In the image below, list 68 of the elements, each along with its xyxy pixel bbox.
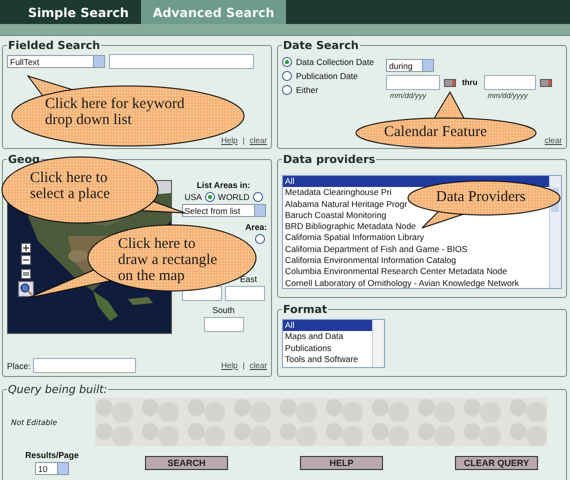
results-dropdown[interactable]: 10 (35, 462, 69, 475)
list-item[interactable]: All (283, 320, 372, 332)
list-item[interactable]: Publications (283, 342, 332, 354)
field-dropdown[interactable]: FullText (7, 55, 105, 68)
calendar-icon[interactable] (444, 78, 456, 86)
separator: | (242, 136, 245, 145)
place-input[interactable] (32, 358, 136, 373)
list-item[interactable]: BRD Bibliographic Metadata Node (283, 221, 416, 232)
query-button[interactable]: HELP (300, 456, 383, 470)
callout-text: Click here to select a place (30, 170, 111, 202)
area-label: Area: (245, 222, 267, 232)
zoom-in-icon[interactable] (21, 243, 31, 253)
calendar-icon[interactable] (540, 78, 552, 86)
radio-button[interactable] (282, 85, 292, 95)
zoom-out-icon[interactable] (21, 255, 31, 265)
operator-dropdown[interactable]: during (386, 59, 434, 72)
panel-title: Date Search (282, 39, 360, 52)
east-input[interactable] (225, 286, 265, 301)
panel-title: Fielded Search (7, 39, 102, 52)
radio-button[interactable] (282, 57, 292, 67)
list-item[interactable]: Maps and Data (283, 331, 344, 343)
link[interactable]: clear (544, 136, 562, 145)
radio-button[interactable] (282, 71, 292, 81)
callout-text: Calendar Feature (384, 124, 488, 140)
list-item[interactable]: Alabama Natural Heritage Progr (283, 198, 408, 210)
list-item[interactable]: California Spatial Information Library (283, 232, 424, 244)
list-item[interactable]: California Department of Fish and Game - BIOS (283, 244, 468, 256)
callout-text: Click here for keyword drop down list (45, 96, 186, 128)
search-input[interactable] (109, 54, 254, 69)
radio-label: WORLD (218, 192, 250, 202)
link[interactable]: clear (250, 136, 267, 145)
query-button[interactable]: SEARCH (145, 456, 228, 470)
link[interactable]: Help (221, 361, 238, 370)
panel-title: Format (282, 303, 328, 316)
date-input[interactable] (386, 75, 440, 90)
link[interactable]: Help (221, 136, 238, 145)
radio-label: Either (296, 85, 318, 95)
magnifier-icon[interactable] (18, 281, 34, 297)
panel-title: Query being built: (7, 383, 108, 396)
list-item[interactable]: California Environmental Information Catalog (283, 255, 456, 266)
area-dropdown[interactable]: Select from list (182, 204, 266, 217)
scrollbar[interactable] (372, 320, 384, 367)
radio-button[interactable] (255, 234, 265, 244)
zoom-level-icon[interactable] (21, 269, 31, 279)
radio-label: Publication Date (296, 71, 358, 81)
separator: | (242, 361, 245, 370)
radio-button[interactable] (204, 192, 215, 202)
link[interactable]: clear (250, 361, 267, 370)
list-item[interactable]: Columbia Environmental Research Center Metadata Node (283, 266, 508, 278)
list-item[interactable]: Cornell Laboratory of Ornithology - Avian Knowledge Network (283, 278, 519, 288)
callout-text: Data Providers (436, 189, 527, 205)
results-per-page-label: Results/Page (25, 450, 79, 460)
thru-label: thru (462, 78, 478, 87)
south-label: South (212, 305, 235, 315)
place-label: Place: (7, 360, 31, 370)
query-button[interactable]: CLEAR QUERY (455, 456, 538, 470)
radio-label: Data Collection Date (296, 57, 374, 67)
panel-title: Data providers (282, 153, 376, 166)
callout-text: Click here to draw a rectangle on the map (118, 236, 218, 284)
south-input[interactable] (204, 317, 244, 332)
date-input[interactable] (484, 75, 536, 90)
radio-label: USA (184, 192, 202, 202)
list-areas-label: List Areas in: (196, 180, 250, 190)
east-label: East (240, 274, 257, 284)
list-item[interactable]: Metadata Clearinghouse Pri (283, 187, 392, 199)
radio-button[interactable] (252, 192, 263, 202)
list-item[interactable]: Tools and Software (283, 354, 358, 366)
list-item[interactable]: Baruch Coastal Monitoring (283, 210, 386, 222)
